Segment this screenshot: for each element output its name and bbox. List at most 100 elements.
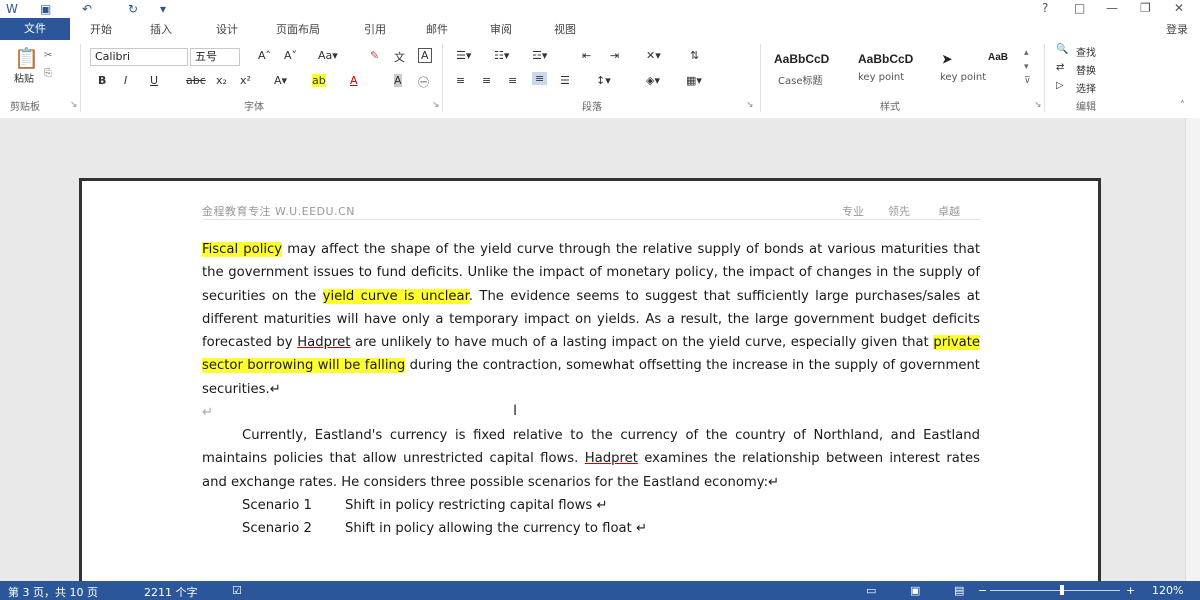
paragraph-fiscal-policy[interactable]: Fiscal policy may affect the shape of th… xyxy=(202,238,980,401)
paste-icon[interactable]: 📋 xyxy=(14,46,39,70)
undo-icon[interactable]: ↶ xyxy=(82,2,92,16)
read-mode-icon[interactable]: ▭ xyxy=(866,584,876,597)
font-launcher-icon[interactable]: ↘ xyxy=(432,100,440,110)
replace-button[interactable]: 替换 xyxy=(1076,62,1096,77)
bullets-icon[interactable]: ☰▾ xyxy=(456,49,471,62)
cut-icon[interactable]: ✂ xyxy=(44,50,52,61)
styles-scroll-up-icon[interactable]: ▴ xyxy=(1024,48,1029,58)
collapse-ribbon-icon[interactable]: ˄ xyxy=(1180,100,1185,111)
zoom-in-icon[interactable]: + xyxy=(1126,584,1135,597)
zoom-slider[interactable] xyxy=(990,590,1120,591)
paragraph-group-label: 段落 xyxy=(582,102,602,113)
underline-icon[interactable]: U xyxy=(150,74,158,87)
tab-mailings[interactable]: 邮件 xyxy=(426,21,448,37)
distributed-icon[interactable]: ☰ xyxy=(560,74,570,87)
minimize-button[interactable]: — xyxy=(1106,1,1118,15)
document-area: 金程教育专注 W.U.EEDU.CN 专业 领先 卓越 Fiscal polic… xyxy=(0,118,1200,581)
tab-review[interactable]: 审阅 xyxy=(490,21,512,37)
decrease-indent-icon[interactable]: ⇤ xyxy=(582,49,591,62)
enclose-char-icon[interactable]: ㊀ xyxy=(418,74,429,90)
tab-insert[interactable]: 插入 xyxy=(150,21,172,37)
replace-icon[interactable]: ⇄ xyxy=(1056,62,1064,73)
style-key-point-2-preview[interactable]: ➤ xyxy=(942,52,952,66)
proofing-icon[interactable]: ☑ xyxy=(232,584,242,597)
zoom-out-icon[interactable]: − xyxy=(978,584,987,597)
customize-icon[interactable]: ▾ xyxy=(160,2,166,16)
web-layout-icon[interactable]: ▤ xyxy=(954,584,964,597)
style-key-point-preview[interactable]: AaBbCcD xyxy=(858,52,913,66)
page-count[interactable]: 第 3 页，共 10 页 xyxy=(8,584,98,600)
style-key-point-2-name: key point xyxy=(940,72,987,83)
scenario-line[interactable]: Scenario 2 Shift in policy allowing the c… xyxy=(202,517,980,540)
tab-design[interactable]: 设计 xyxy=(216,21,238,37)
text-effects-icon[interactable]: A▾ xyxy=(274,74,287,87)
login-link[interactable]: 登录 xyxy=(1166,21,1188,37)
close-button[interactable]: ✕ xyxy=(1174,1,1184,15)
restore-button[interactable]: ❐ xyxy=(1140,1,1151,15)
tab-view[interactable]: 视图 xyxy=(554,21,576,37)
change-case-icon[interactable]: Aa▾ xyxy=(318,49,338,62)
style-extra-preview[interactable]: AaB xyxy=(988,52,1008,63)
vertical-scrollbar[interactable] xyxy=(1185,118,1200,581)
clear-format-icon[interactable]: ✎ xyxy=(370,49,379,62)
font-name-select[interactable]: Calibri xyxy=(90,48,188,66)
line-spacing-icon[interactable]: ↕▾ xyxy=(596,74,611,87)
word-logo-icon[interactable]: W xyxy=(6,2,18,16)
styles-more-icon[interactable]: ⊽ xyxy=(1024,76,1031,86)
select-icon[interactable]: ▷ xyxy=(1056,80,1064,91)
paragraph-launcher-icon[interactable]: ↘ xyxy=(746,100,754,110)
style-case-title-preview[interactable]: AaBbCcD xyxy=(774,52,829,66)
document-body[interactable]: Fiscal policy may affect the shape of th… xyxy=(202,238,980,541)
increase-indent-icon[interactable]: ⇥ xyxy=(610,49,619,62)
tab-layout[interactable]: 页面布局 xyxy=(276,21,320,37)
paragraph-eastland[interactable]: Currently, Eastland's currency is fixed … xyxy=(202,424,980,494)
copy-icon[interactable]: ⎘ xyxy=(44,68,52,79)
document-page[interactable]: 金程教育专注 W.U.EEDU.CN 专业 领先 卓越 Fiscal polic… xyxy=(79,178,1101,581)
align-left-icon[interactable]: ≡ xyxy=(456,74,465,87)
asian-layout-icon[interactable]: ✕▾ xyxy=(646,49,661,62)
clipboard-launcher-icon[interactable]: ↘ xyxy=(70,100,78,110)
help-button[interactable]: ? xyxy=(1042,1,1048,15)
subscript-icon[interactable]: x₂ xyxy=(216,74,227,87)
tab-references[interactable]: 引用 xyxy=(364,21,386,37)
borders-icon[interactable]: ▦▾ xyxy=(686,74,702,87)
shrink-font-icon[interactable]: A˅ xyxy=(284,49,297,62)
page-header-item: 专业 xyxy=(842,205,864,218)
strikethrough-icon[interactable]: abc xyxy=(186,74,206,87)
redo-icon[interactable]: ↻ xyxy=(128,2,138,16)
superscript-icon[interactable]: x² xyxy=(240,74,251,87)
find-icon[interactable]: 🔍 xyxy=(1056,44,1068,55)
word-count[interactable]: 2211 个字 xyxy=(144,584,198,600)
grow-font-icon[interactable]: A˄ xyxy=(258,49,271,62)
save-icon[interactable]: ▣ xyxy=(40,2,51,16)
shading-icon[interactable]: ◈▾ xyxy=(646,74,660,87)
char-shading-icon[interactable]: A xyxy=(394,74,402,87)
tab-file[interactable]: 文件 xyxy=(0,18,70,40)
select-button[interactable]: 选择 xyxy=(1076,80,1096,95)
styles-launcher-icon[interactable]: ↘ xyxy=(1034,100,1042,110)
bold-icon[interactable]: B xyxy=(98,74,106,87)
scenario-line[interactable]: Scenario 1 Shift in policy restricting ca… xyxy=(202,494,980,517)
paste-button[interactable]: 粘贴 xyxy=(14,70,34,85)
page-header-item: 领先 xyxy=(888,205,910,218)
clipboard-group-label: 剪贴板 xyxy=(10,102,40,113)
multilevel-list-icon[interactable]: ☲▾ xyxy=(532,49,547,62)
tab-home[interactable]: 开始 xyxy=(90,21,112,37)
find-button[interactable]: 查找 xyxy=(1076,44,1096,59)
highlight-icon[interactable]: ab xyxy=(312,74,326,87)
align-right-icon[interactable]: ≡ xyxy=(508,74,517,87)
italic-icon[interactable]: I xyxy=(124,74,127,87)
zoom-slider-thumb[interactable] xyxy=(1060,585,1064,595)
phonetic-icon[interactable]: 文 xyxy=(394,49,405,65)
align-center-icon[interactable]: ≡ xyxy=(482,74,491,87)
numbering-icon[interactable]: ☷▾ xyxy=(494,49,509,62)
sort-icon[interactable]: ⇅ xyxy=(690,49,699,62)
ribbon-display-button[interactable]: □ xyxy=(1074,1,1085,15)
font-color-icon[interactable]: A xyxy=(350,74,358,87)
print-layout-icon[interactable]: ▣ xyxy=(910,584,920,597)
justify-icon[interactable]: ≡ xyxy=(532,72,548,85)
styles-scroll-down-icon[interactable]: ▾ xyxy=(1024,62,1029,72)
font-size-select[interactable]: 五号 xyxy=(190,48,240,66)
char-border-icon[interactable]: A xyxy=(418,48,432,63)
zoom-level[interactable]: 120% xyxy=(1152,584,1183,597)
